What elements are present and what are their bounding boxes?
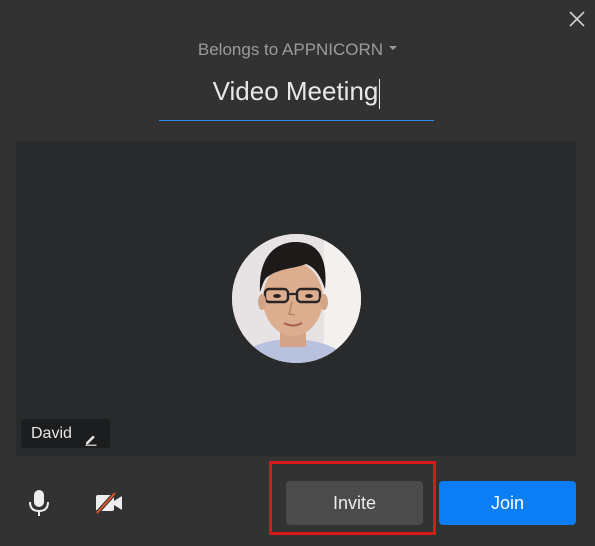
microphone-icon[interactable] bbox=[27, 489, 51, 517]
meeting-window: Belongs to APPNICORN Video Meeting David… bbox=[0, 0, 595, 546]
avatar bbox=[232, 234, 361, 363]
meeting-title-text: Video Meeting bbox=[212, 76, 379, 106]
text-cursor bbox=[379, 78, 381, 109]
close-icon[interactable] bbox=[566, 8, 588, 30]
meeting-title-input[interactable]: Video Meeting bbox=[159, 70, 434, 121]
participant-name: David bbox=[31, 425, 72, 442]
invite-button[interactable]: Invite bbox=[286, 481, 423, 525]
camera-off-icon[interactable] bbox=[94, 491, 124, 515]
video-preview: David bbox=[16, 141, 576, 456]
edit-pencil-icon[interactable] bbox=[84, 427, 98, 446]
owner-label: Belongs to APPNICORN bbox=[197, 40, 384, 59]
participant-name-tag: David bbox=[21, 419, 110, 448]
join-button[interactable]: Join bbox=[439, 481, 576, 525]
chevron-down-icon bbox=[389, 45, 398, 50]
owner-selector[interactable]: Belongs to APPNICORN bbox=[0, 38, 595, 62]
